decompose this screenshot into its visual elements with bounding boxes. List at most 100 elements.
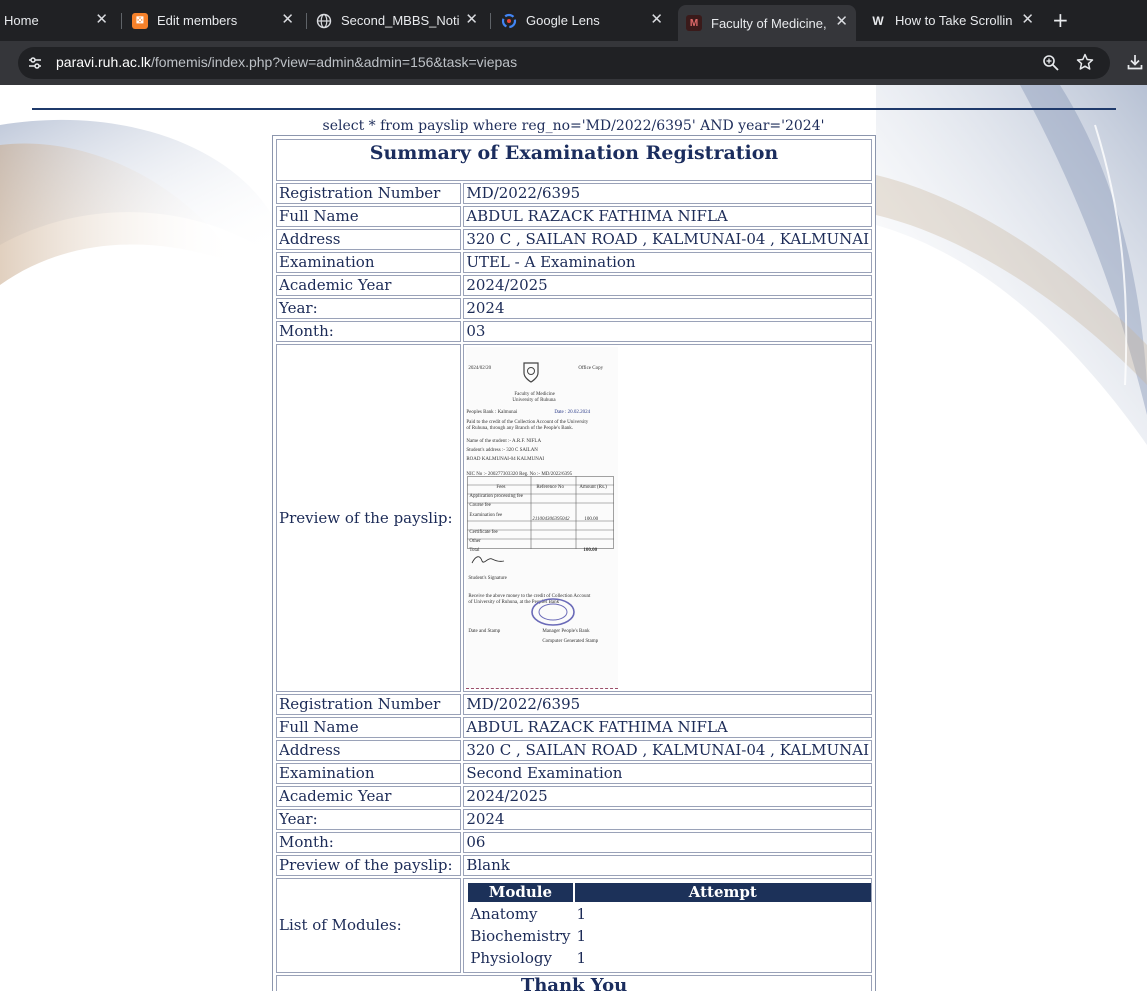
full-name-label: Full Name — [276, 206, 462, 227]
address-bar[interactable]: paravi.ruh.ac.lk/fomemis/index.php?view=… — [18, 47, 1110, 79]
zoom-icon[interactable] — [1042, 54, 1060, 72]
tab-title: How to Take Scrolling — [895, 13, 1013, 28]
tab-title: Google Lens — [526, 13, 600, 28]
globe-icon — [316, 13, 332, 29]
full-name-label: Full Name — [276, 717, 462, 738]
module-attempt: 1 — [576, 904, 587, 923]
university-crest-icon — [523, 362, 539, 383]
academic-year-value: 2024/2025 — [463, 786, 872, 807]
preview-label: Preview of the payslip: — [276, 855, 462, 876]
browser-tab-strip: Home ✕ ⊠ Edit members ✕ Second_MBBS_Noti… — [0, 0, 1147, 41]
tab-separator — [306, 13, 307, 29]
reg-no-label: Registration Number — [276, 694, 462, 715]
academic-year-value: 2024/2025 — [463, 275, 872, 296]
close-tab-icon[interactable]: ✕ — [650, 12, 663, 28]
payslip-preview-cell: 2024/02/20 Office Copy Faculty of Medici… — [463, 344, 872, 692]
table-row: Month: 06 — [276, 832, 872, 853]
examination-value: Second Examination — [463, 763, 872, 784]
top-nav-cut-off: ▔▔▔▔ ▔▔▔▔▔▔▔ ▔▔▔▔▔ ▔▔▔▔▔ — [150, 85, 703, 100]
close-tab-icon[interactable]: ✕ — [281, 12, 294, 28]
tab-second-mbbs-notice[interactable]: Second_MBBS_Notice ✕ — [316, 6, 486, 35]
tab-separator — [490, 13, 491, 29]
page-content: ▔▔▔▔ ▔▔▔▔▔▔▔ ▔▔▔▔▔ ▔▔▔▔▔ select * from pays… — [0, 85, 1147, 991]
module-row: Physiology 1 — [468, 948, 871, 968]
table-row: Registration Number MD/2022/6395 — [276, 183, 872, 204]
thank-you-text: Thank You — [276, 975, 872, 991]
full-name-value: ABDUL RAZACK FATHIMA NIFLA — [463, 717, 872, 738]
module-attempt: 1 — [576, 948, 587, 967]
site-info-icon[interactable] — [27, 55, 43, 71]
table-row: Year: 2024 — [276, 298, 872, 319]
reg-no-value: MD/2022/6395 — [463, 183, 872, 204]
close-tab-icon[interactable]: ✕ — [1021, 12, 1034, 28]
table-row: Academic Year 2024/2025 — [276, 786, 872, 807]
module-column-header: Module — [468, 883, 573, 902]
tab-title: Second_MBBS_Notice — [341, 13, 459, 28]
table-row: Examination UTEL - A Examination — [276, 252, 872, 273]
modules-label: List of Modules: — [276, 878, 462, 973]
table-row: Full Name ABDUL RAZACK FATHIMA NIFLA — [276, 206, 872, 227]
year-label: Year: — [276, 298, 462, 319]
close-tab-icon[interactable]: ✕ — [95, 12, 108, 28]
address-label: Address — [276, 229, 462, 250]
tab-faculty-of-medicine[interactable]: M Faculty of Medicine, U ✕ — [678, 5, 856, 41]
tab-google-lens[interactable]: Google Lens ✕ — [501, 6, 671, 35]
close-tab-icon[interactable]: ✕ — [835, 14, 848, 30]
module-row: Anatomy 1 — [468, 904, 871, 924]
examination-value: UTEL - A Examination — [463, 252, 872, 273]
address-value: 320 C , SAILAN ROAD , KALMUNAI-04 , KALM… — [463, 229, 872, 250]
sql-query-text: select * from payslip where reg_no='MD/2… — [322, 118, 825, 134]
payslip-image[interactable]: 2024/02/20 Office Copy Faculty of Medici… — [466, 347, 619, 689]
academic-year-label: Academic Year — [276, 786, 462, 807]
faculty-icon: M — [686, 15, 702, 31]
month-label: Month: — [276, 321, 462, 342]
wikihow-icon: W — [872, 13, 884, 28]
year-value: 2024 — [463, 809, 872, 830]
tab-home[interactable]: Home ✕ — [4, 6, 116, 35]
new-tab-icon[interactable]: + — [1052, 9, 1069, 31]
student-signature-mark — [471, 556, 505, 564]
slip-exam-amount: 100.00 — [584, 517, 599, 522]
slip-col-ref: Reference No — [536, 485, 564, 490]
url-path: /fomemis/index.php?view=admin&admin=156&… — [150, 54, 518, 70]
year-label: Year: — [276, 809, 462, 830]
header-divider — [32, 108, 1116, 110]
examination-label: Examination — [276, 763, 462, 784]
slip-total-amount: 100.00 — [583, 548, 598, 553]
tab-title: Edit members — [157, 13, 238, 28]
module-name: Biochemistry — [470, 926, 571, 945]
bookmark-star-icon[interactable] — [1076, 53, 1094, 71]
table-row: Academic Year 2024/2025 — [276, 275, 872, 296]
url-host: paravi.ruh.ac.lk — [56, 54, 151, 70]
url-text[interactable]: paravi.ruh.ac.lk/fomemis/index.php?view=… — [56, 54, 517, 70]
examination-label: Examination — [276, 252, 462, 273]
modules-cell: Module Attempt Anatomy 1 Biochemistry 1 Ph… — [463, 878, 872, 973]
google-icon — [501, 13, 517, 29]
table-row: Address 320 C , SAILAN ROAD , KALMUNAI-04… — [276, 740, 872, 761]
month-value: 03 — [463, 321, 872, 342]
registration-summary-table: Summary of Examination Registration Regi… — [272, 135, 876, 991]
close-tab-icon[interactable]: ✕ — [465, 12, 478, 28]
table-row: List of Modules: Module Attempt Anatomy 1… — [276, 878, 872, 973]
reg-no-value: MD/2022/6395 — [463, 694, 872, 715]
module-name: Anatomy — [470, 904, 538, 923]
tab-how-to-take-scrolling[interactable]: W How to Take Scrolling ✕ — [870, 6, 1042, 35]
xampp-icon: ⊠ — [132, 12, 148, 29]
month-label: Month: — [276, 832, 462, 853]
slip-university: University of Ruhuna — [512, 398, 556, 403]
preview-value: Blank — [463, 855, 872, 876]
preview-label: Preview of the payslip: — [276, 344, 462, 692]
table-row: Address 320 C , SAILAN ROAD , KALMUNAI-04… — [276, 229, 872, 250]
slip-copy: Office Copy — [578, 366, 604, 371]
slip-date-and-stamp: Date and Stamp — [468, 629, 501, 634]
module-name: Physiology — [470, 948, 552, 967]
download-icon[interactable] — [1126, 53, 1144, 71]
slip-exam-ref: 211004306395042 — [532, 517, 570, 522]
reg-no-label: Registration Number — [276, 183, 462, 204]
year-value: 2024 — [463, 298, 872, 319]
tab-edit-members[interactable]: ⊠ Edit members ✕ — [132, 6, 302, 35]
month-value: 06 — [463, 832, 872, 853]
table-row: Examination Second Examination — [276, 763, 872, 784]
slip-student-signature: Student's Signature — [468, 576, 507, 581]
slip-date: 2024/02/20 — [468, 366, 492, 371]
